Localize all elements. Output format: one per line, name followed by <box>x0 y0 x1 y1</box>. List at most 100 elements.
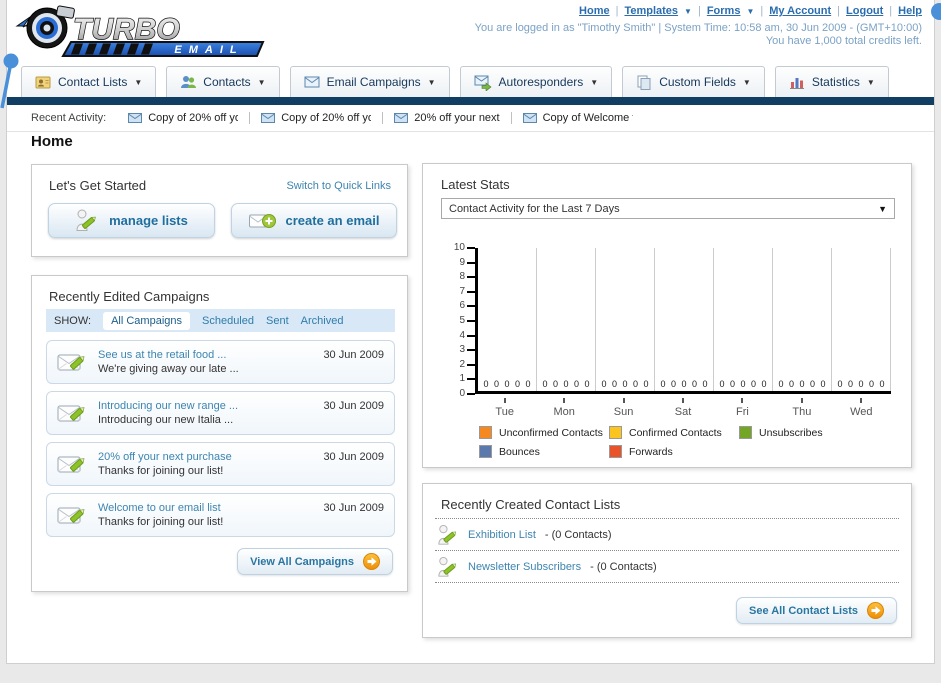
y-axis-tick-label: 9 <box>459 256 465 268</box>
recent-item-label: Copy of Welcome to <box>542 112 633 124</box>
envelope-arrow-icon <box>474 75 492 91</box>
stats-plot-area: 00000000000000000000000000000000000 <box>475 248 891 394</box>
filter-archived[interactable]: Archived <box>301 315 344 327</box>
value-labels: 00000 <box>773 379 831 389</box>
chevron-down-icon: ▼ <box>746 6 755 16</box>
legend-swatch <box>479 445 492 458</box>
filter-all-campaigns[interactable]: All Campaigns <box>103 311 190 330</box>
recent-item-label: Copy of 20% off yo <box>281 112 372 124</box>
button-label: View All Campaigns <box>250 555 354 568</box>
value-label: 0 <box>552 379 558 389</box>
campaign-title-link[interactable]: See us at the retail food ... <box>98 348 239 362</box>
y-axis-tick <box>467 276 475 279</box>
contact-list-name-link[interactable]: Newsletter Subscribers <box>468 561 581 573</box>
chart-day-column: 00000 <box>596 248 655 391</box>
value-label: 0 <box>729 379 735 389</box>
campaign-title-link[interactable]: Welcome to our email list <box>98 501 223 515</box>
documents-icon <box>637 75 651 90</box>
campaign-filter-bar: SHOW: All Campaigns Scheduled Sent Archi… <box>46 309 395 332</box>
contact-list-row[interactable]: Newsletter Subscribers - (0 Contacts) <box>437 553 657 581</box>
switch-quick-links-link[interactable]: Switch to Quick Links <box>286 180 391 192</box>
campaign-title-link[interactable]: 20% off your next purchase <box>98 450 232 464</box>
nav-link-templates[interactable]: Templates <box>624 5 678 17</box>
x-axis-tick-label: Fri <box>736 406 749 418</box>
legend-item: Bounces <box>479 445 609 458</box>
see-all-contact-lists-button[interactable]: See All Contact Lists <box>735 597 897 624</box>
value-label: 0 <box>691 379 697 389</box>
chevron-down-icon: ▼ <box>257 77 266 87</box>
value-label: 0 <box>670 379 676 389</box>
tab-contacts[interactable]: Contacts ▼ <box>166 66 280 97</box>
legend-label: Confirmed Contacts <box>629 426 722 439</box>
x-axis-tick-label: Wed <box>850 406 873 418</box>
recent-activity-label: Recent Activity: <box>31 112 107 124</box>
nav-separator: | <box>697 5 701 17</box>
show-label: SHOW: <box>54 314 92 327</box>
tab-statistics[interactable]: Statistics ▼ <box>774 66 889 97</box>
credits-status-text: You have 1,000 total credits left. <box>765 35 922 47</box>
value-label: 0 <box>643 379 649 389</box>
campaign-row[interactable]: Welcome to our email list Thanks for joi… <box>46 493 395 537</box>
view-all-campaigns-button[interactable]: View All Campaigns <box>237 548 393 575</box>
value-label: 0 <box>504 379 510 389</box>
tab-autoresponders[interactable]: Autoresponders ▼ <box>459 66 613 97</box>
value-label: 0 <box>702 379 708 389</box>
x-axis-tick <box>503 398 506 403</box>
nav-separator: | <box>615 5 619 17</box>
value-label: 0 <box>660 379 666 389</box>
login-status-text: You are logged in as "Timothy Smith" | S… <box>474 22 922 34</box>
x-axis-tick <box>563 398 566 403</box>
recent-activity-bar: Recent Activity: Copy of 20% off yo Copy… <box>7 105 934 132</box>
nav-link-forms[interactable]: Forms <box>707 5 741 17</box>
campaign-subtitle: Thanks for joining our list! <box>98 465 224 477</box>
y-axis-tick <box>467 290 475 293</box>
contact-list-count: - (0 Contacts) <box>590 561 657 573</box>
recent-activity-item[interactable]: Copy of 20% off yo <box>128 112 251 124</box>
nav-link-my-account[interactable]: My Account <box>769 5 831 17</box>
stats-period-value: Contact Activity for the Last 7 Days <box>449 202 620 215</box>
tab-contact-lists[interactable]: Contact Lists ▼ <box>21 66 157 97</box>
y-axis-tick-label: 4 <box>459 329 465 341</box>
main-navigation: Contact Lists ▼ Contacts ▼ Email Campaig… <box>21 64 889 97</box>
nav-link-help[interactable]: Help <box>898 5 922 17</box>
nav-separator: | <box>760 5 764 17</box>
chart-day-column: 00000 <box>537 248 596 391</box>
filter-scheduled[interactable]: Scheduled <box>202 315 254 327</box>
nav-link-home[interactable]: Home <box>579 5 610 17</box>
campaign-title-link[interactable]: Introducing our new range ... <box>98 399 238 413</box>
filter-sent[interactable]: Sent <box>266 315 289 327</box>
stats-period-select[interactable]: Contact Activity for the Last 7 Days ▼ <box>441 198 895 219</box>
tab-label: Contact Lists <box>58 75 128 89</box>
campaign-row[interactable]: Introducing our new range ... Introducin… <box>46 391 395 435</box>
header-nav-links: Home | Templates ▼ | Forms ▼ | My Accoun… <box>579 5 922 17</box>
value-label: 0 <box>573 379 579 389</box>
y-axis-tick <box>467 247 475 249</box>
campaign-date: 30 Jun 2009 <box>323 502 384 514</box>
value-label: 0 <box>761 379 767 389</box>
campaign-row[interactable]: 20% off your next purchase Thanks for jo… <box>46 442 395 486</box>
value-label: 0 <box>611 379 617 389</box>
recent-activity-item[interactable]: 20% off your next <box>394 112 512 124</box>
contact-list-name-link[interactable]: Exhibition List <box>468 529 536 541</box>
x-axis-tick-label: Sat <box>674 406 692 418</box>
nav-link-logout[interactable]: Logout <box>846 5 883 17</box>
turbo-email-logo: TURBO EMAIL <box>15 5 265 57</box>
recent-activity-item[interactable]: Copy of Welcome to <box>522 112 644 124</box>
create-email-button[interactable]: create an email <box>231 203 397 238</box>
tab-email-campaigns[interactable]: Email Campaigns ▼ <box>289 66 450 97</box>
campaign-row[interactable]: See us at the retail food ... We're givi… <box>46 340 395 384</box>
value-label: 0 <box>820 379 826 389</box>
tab-label: Email Campaigns <box>326 75 421 89</box>
contact-list-row[interactable]: Exhibition List - (0 Contacts) <box>437 521 612 549</box>
y-axis-tick <box>467 349 475 352</box>
y-axis-tick <box>467 363 475 366</box>
campaign-list: See us at the retail food ... We're givi… <box>46 340 395 544</box>
legend-item: Unsubscribes <box>739 426 869 439</box>
tab-custom-fields[interactable]: Custom Fields ▼ <box>622 66 765 97</box>
legend-swatch <box>479 426 492 439</box>
value-labels: 00000 <box>596 379 654 389</box>
manage-lists-button[interactable]: manage lists <box>48 203 215 238</box>
recent-activity-item[interactable]: Copy of 20% off yo <box>261 112 384 124</box>
legend-item: Confirmed Contacts <box>609 426 739 439</box>
arrow-right-circle-icon <box>867 602 884 619</box>
